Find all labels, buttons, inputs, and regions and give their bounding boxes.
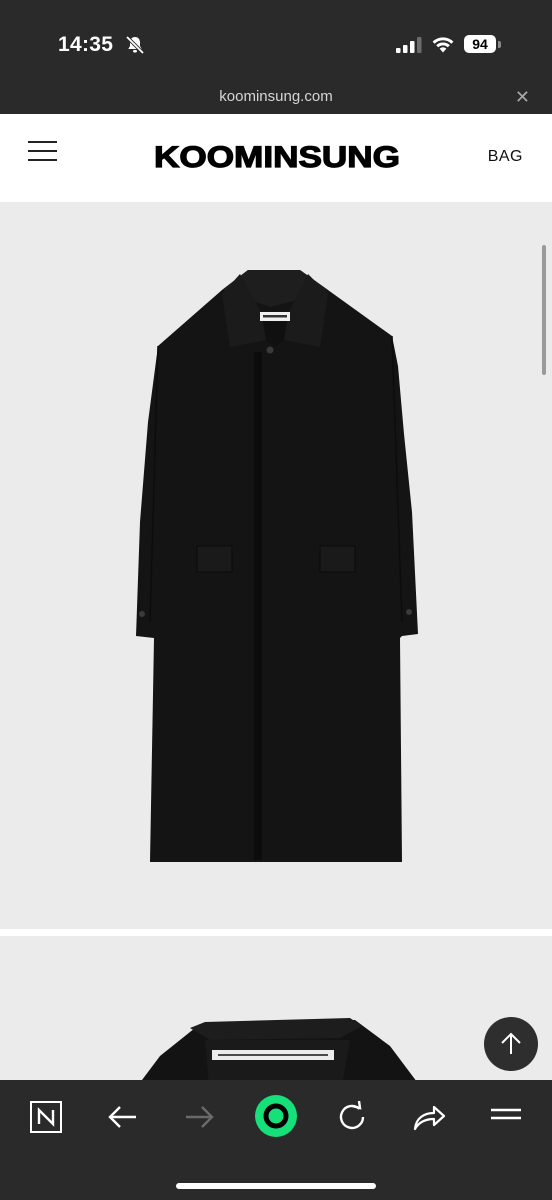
battery-level: 94 [464,35,496,53]
coat-collar-image [142,1018,416,1080]
bag-link[interactable]: BAG [488,148,523,166]
status-bar: 14:35 94 [0,0,552,84]
scroll-to-top-button[interactable] [484,1017,538,1071]
coat-front-image [136,270,418,862]
forward-arrow-icon[interactable] [177,1098,221,1136]
menu-icon[interactable] [484,1098,528,1136]
site-header: KOOMINSUNG BAG [0,114,552,202]
brand-name[interactable]: KOOMINSUNG [153,140,400,174]
product-image-collar-detail[interactable] [0,936,552,1080]
share-icon[interactable] [407,1098,451,1136]
green-circle-home-icon[interactable] [254,1094,298,1138]
scrollbar-thumb[interactable] [542,245,546,375]
home-indicator [176,1183,376,1189]
close-icon[interactable]: ✕ [515,87,530,108]
status-time: 14:35 [58,33,114,56]
browser-toolbar [0,1080,552,1200]
wifi-icon [432,37,454,53]
cellular-signal-icon [396,37,422,53]
brand-logo[interactable]: KOOMINSUNG [152,136,402,176]
hamburger-menu-icon[interactable] [28,141,58,163]
refresh-icon[interactable] [330,1098,374,1136]
naver-n-icon[interactable] [24,1098,68,1136]
bell-slash-icon [125,35,145,55]
battery-tip [498,41,501,48]
url-bar[interactable]: koominsung.com ✕ [0,84,552,114]
product-gallery [0,202,552,1080]
arrow-up-icon [501,1032,521,1054]
url-text[interactable]: koominsung.com [0,88,552,105]
back-arrow-icon[interactable] [101,1098,145,1136]
battery-icon: 94 [464,35,502,55]
product-image-front[interactable] [0,202,552,929]
